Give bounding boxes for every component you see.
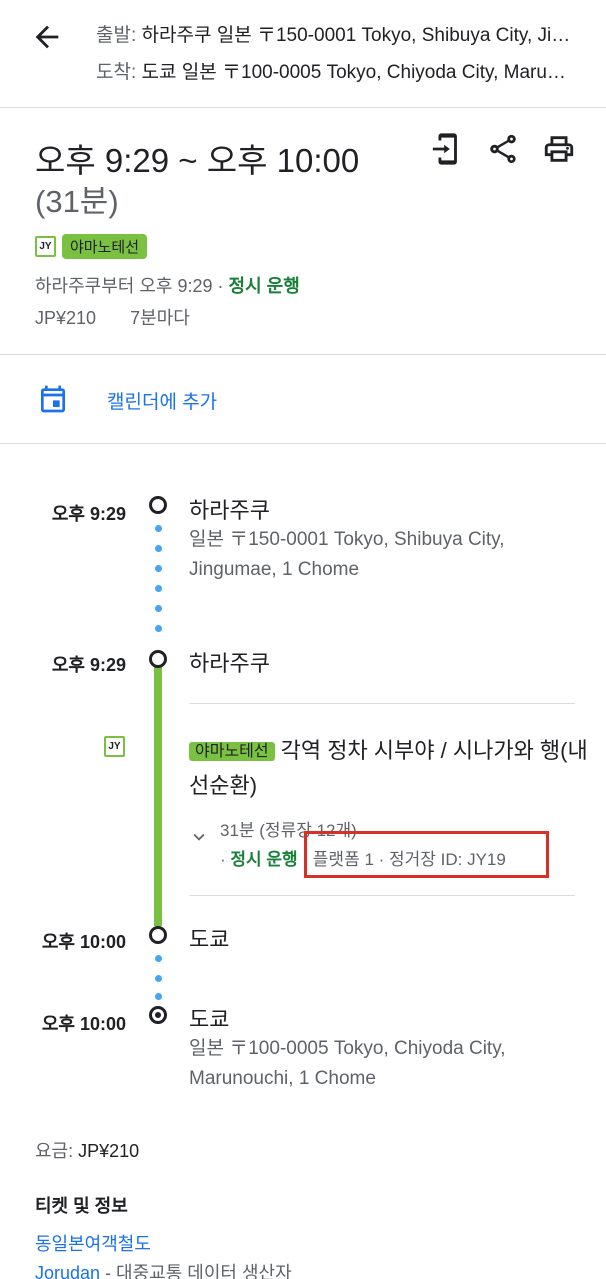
walk-dot bbox=[155, 565, 162, 572]
directions-header: 출발: 하라주쿠 일본 〒150-0001 Tokyo, Shibuya Cit… bbox=[0, 0, 606, 108]
walk-dot bbox=[155, 955, 162, 962]
start-stop-name[interactable]: 하라주쿠 bbox=[189, 493, 270, 525]
action-buttons bbox=[430, 132, 576, 166]
start-address-line1: 일본 〒150-0001 Tokyo, Shibuya City, bbox=[189, 529, 505, 550]
send-to-phone-icon[interactable] bbox=[430, 132, 464, 166]
walk-dot bbox=[155, 585, 162, 592]
walk-dot bbox=[155, 545, 162, 552]
walk-dot bbox=[155, 605, 162, 612]
divider bbox=[189, 895, 575, 896]
alight-time: 오후 10:00 bbox=[41, 932, 126, 952]
add-to-calendar-button[interactable]: 캘린더에 추가 bbox=[0, 355, 606, 444]
data-provider-row: Jorudan - 대중교통 데이터 생산자 bbox=[35, 1259, 292, 1279]
chevron-down-icon[interactable] bbox=[188, 826, 210, 848]
back-arrow-icon[interactable] bbox=[30, 20, 64, 54]
trip-timeline: 오후 9:29 하라주쿠 일본 〒150-0001 Tokyo, Shibuya… bbox=[0, 444, 606, 1134]
destination-label: 도착: bbox=[96, 62, 137, 83]
highlight-box bbox=[304, 831, 549, 878]
start-address: 일본 〒150-0001 Tokyo, Shibuya City, Jingum… bbox=[189, 525, 505, 585]
jorudan-description: - 대중교통 데이터 생산자 bbox=[100, 1263, 292, 1279]
end-stop-name[interactable]: 도쿄 bbox=[189, 1002, 229, 1034]
origin-row[interactable]: 출발: 하라주쿠 일본 〒150-0001 Tokyo, Shibuya Cit… bbox=[96, 20, 576, 47]
ride-ontime-status: 정시 운행 bbox=[230, 850, 298, 869]
fare-frequency-row: JP¥210 7분마다 bbox=[35, 304, 190, 330]
start-time: 오후 9:29 bbox=[51, 504, 126, 524]
end-address: 일본 〒100-0005 Tokyo, Chiyoda City, Maruno… bbox=[189, 1034, 506, 1094]
end-address-line1: 일본 〒100-0005 Tokyo, Chiyoda City, bbox=[189, 1038, 506, 1059]
tickets-info-title: 티켓 및 정보 bbox=[35, 1196, 128, 1216]
jorudan-link[interactable]: Jorudan bbox=[35, 1263, 100, 1279]
walk-dot bbox=[155, 525, 162, 532]
calendar-icon bbox=[41, 385, 65, 413]
transit-line-row: JY 야마노테선 bbox=[35, 234, 148, 259]
board-time: 오후 9:29 bbox=[51, 655, 126, 675]
trip-summary: 오후 9:29 ~ 오후 10:00 (31분) JY 야마노테선 하라주쿠부터… bbox=[0, 108, 606, 355]
alight-stop-name[interactable]: 도쿄 bbox=[189, 922, 229, 954]
origin-label: 출발: bbox=[96, 25, 137, 46]
frequency-value: 7분마다 bbox=[130, 308, 190, 328]
alight-stop-circle bbox=[149, 926, 167, 944]
destination-row[interactable]: 도착: 도쿄 일본 〒100-0005 Tokyo, Chiyoda City,… bbox=[96, 57, 576, 84]
route-line-pill: 야마노테선 bbox=[189, 742, 275, 761]
transit-line-segment bbox=[154, 666, 162, 926]
start-address-line2: Jingumae, 1 Chome bbox=[189, 559, 360, 580]
jy-line-badge: JY bbox=[104, 736, 125, 757]
walk-dot bbox=[155, 975, 162, 982]
fare-value: JP¥210 bbox=[35, 308, 97, 328]
start-stop-circle bbox=[149, 496, 167, 514]
walk-dot bbox=[155, 625, 162, 632]
board-stop-name[interactable]: 하라주쿠 bbox=[189, 646, 270, 678]
footer-fare-label: 요금: bbox=[35, 1141, 79, 1161]
footer-fare-value: JP¥210 bbox=[78, 1141, 140, 1161]
board-stop-circle bbox=[149, 650, 167, 668]
destination-stop-circle bbox=[149, 1006, 167, 1024]
route-description: 야마노테선 각역 정차 시부야 / 시나가와 행(내선순환) bbox=[189, 734, 589, 803]
departure-info: 하라주쿠부터 오후 9:29 · 정시 운행 bbox=[35, 272, 300, 298]
ride-status-prefix: · bbox=[220, 850, 231, 869]
divider bbox=[189, 703, 575, 704]
agency-link[interactable]: 동일본여객철도 bbox=[35, 1230, 151, 1256]
add-to-calendar-label: 캘린더에 추가 bbox=[107, 392, 218, 413]
line-name-pill: 야마노테선 bbox=[62, 234, 148, 259]
trip-time-range: 오후 9:29 ~ 오후 10:00 bbox=[35, 142, 360, 179]
destination-value: 도쿄 일본 〒100-0005 Tokyo, Chiyoda City, Mar… bbox=[141, 62, 576, 83]
print-icon[interactable] bbox=[542, 132, 576, 166]
jy-line-badge: JY bbox=[35, 236, 56, 257]
end-address-line2: Marunouchi, 1 Chome bbox=[189, 1068, 376, 1089]
share-icon[interactable] bbox=[486, 132, 520, 166]
origin-value: 하라주쿠 일본 〒150-0001 Tokyo, Shibuya City, J… bbox=[141, 25, 576, 46]
footer-fare: 요금: JP¥210 bbox=[35, 1137, 139, 1163]
ontime-status: 정시 운행 bbox=[228, 276, 300, 296]
trip-duration: (31분) bbox=[35, 184, 119, 219]
destination-center-dot bbox=[155, 1012, 161, 1018]
walk-dot bbox=[155, 993, 162, 1000]
departure-text: 하라주쿠부터 오후 9:29 · bbox=[35, 276, 229, 296]
end-time: 오후 10:00 bbox=[41, 1014, 126, 1034]
